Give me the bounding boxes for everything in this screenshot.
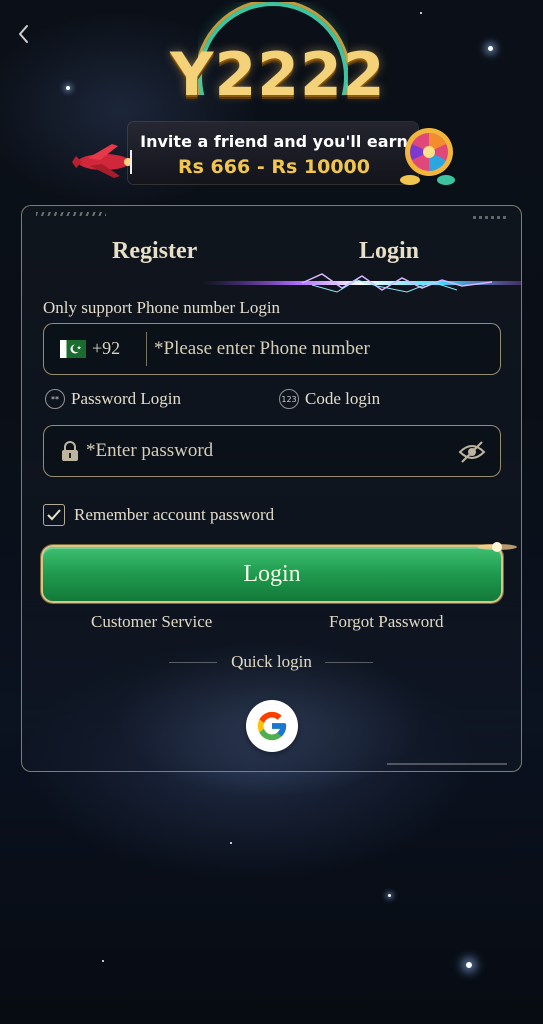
password-input[interactable] (86, 438, 446, 464)
star-decoration (102, 960, 104, 962)
card-decoration (387, 763, 507, 765)
tab-login[interactable]: Login (359, 238, 419, 265)
chevron-left-icon (19, 25, 28, 43)
phone-field: +92 (43, 323, 501, 375)
password-mode-icon: ** (45, 389, 65, 409)
field-divider (146, 332, 147, 366)
star-decoration (466, 962, 472, 968)
brand-logo: Y2222 (170, 0, 386, 118)
tab-register[interactable]: Register (112, 238, 197, 265)
remember-label: Remember account password (74, 505, 275, 524)
forgot-password-link[interactable]: Forgot Password (329, 612, 443, 632)
eye-off-icon[interactable] (458, 440, 486, 464)
customer-service-link[interactable]: Customer Service (91, 612, 212, 632)
prize-wheel-icon (400, 128, 455, 185)
divider-line (325, 662, 373, 663)
google-login-button[interactable] (246, 700, 298, 752)
card-decoration (473, 216, 507, 219)
pakistan-flag-icon (60, 340, 86, 358)
logo-text: Y2222 (170, 40, 386, 110)
country-code-selector[interactable]: +92 (92, 338, 120, 359)
code-login-option[interactable]: 123 Code login (279, 389, 380, 409)
lock-icon (62, 441, 78, 461)
active-tab-lightning (202, 273, 522, 293)
sparkle-decoration (477, 542, 517, 552)
star-decoration (420, 12, 422, 14)
login-button[interactable]: Login (41, 545, 503, 603)
star-decoration (230, 842, 232, 844)
phone-input[interactable] (154, 336, 484, 362)
support-text: Only support Phone number Login (43, 298, 281, 317)
quick-login-label: Quick login (231, 652, 312, 671)
code-login-label: Code login (305, 389, 381, 408)
star-decoration (488, 46, 493, 51)
password-login-option[interactable]: ** Password Login (45, 389, 181, 409)
login-card: Register Login Only support Phone number… (21, 205, 522, 772)
password-field (43, 425, 501, 477)
star-decoration (66, 86, 70, 90)
star-decoration (388, 894, 391, 897)
password-login-label: Password Login (71, 389, 182, 408)
remember-password-toggle[interactable]: Remember account password (43, 504, 274, 526)
back-button[interactable] (12, 20, 36, 48)
google-icon (257, 711, 287, 741)
checkmark-icon (47, 509, 61, 521)
code-mode-icon: 123 (279, 389, 299, 409)
card-decoration (36, 212, 106, 216)
invite-banner[interactable]: Invite a friend and you'll earn Rs 666 -… (72, 118, 470, 190)
remember-checkbox[interactable] (43, 504, 65, 526)
